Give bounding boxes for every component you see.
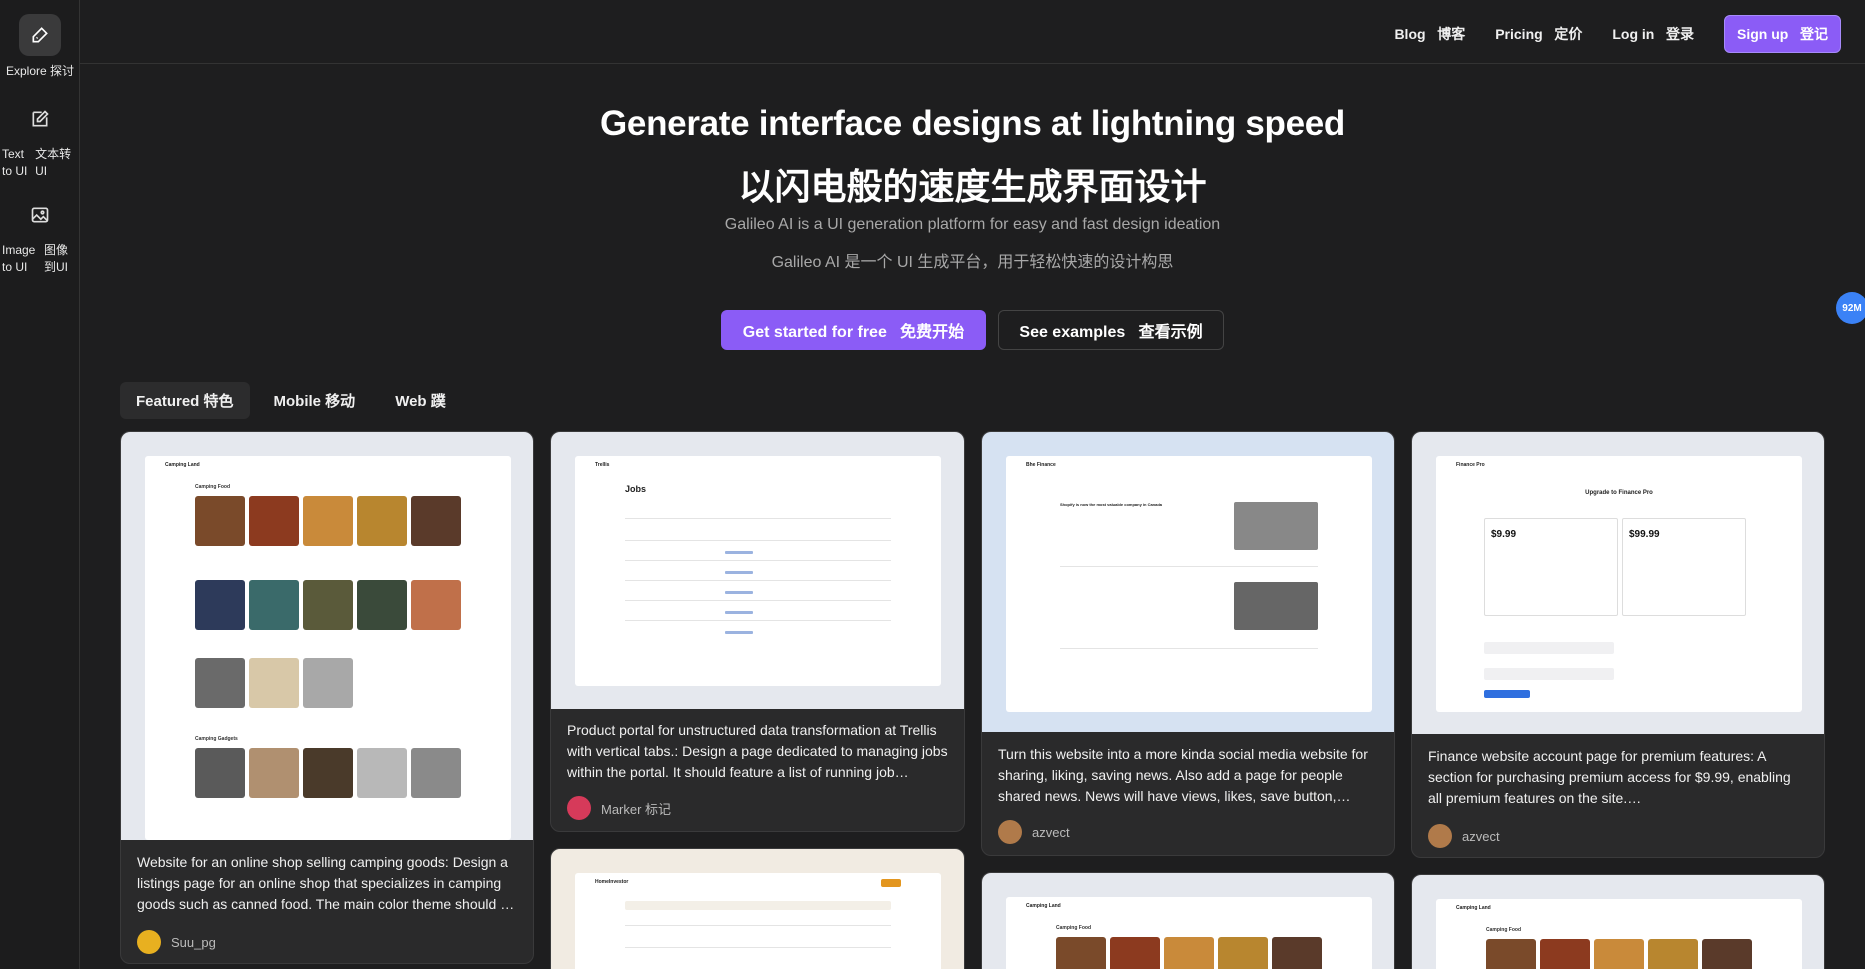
design-card[interactable]: Camping Land Camping Food <box>981 872 1395 969</box>
author-name: Suu_pg <box>171 934 216 950</box>
hero-title-cn: 以闪电般的速度生成界面设计 <box>738 166 1207 207</box>
design-card[interactable]: HomeInvestor <box>550 848 965 969</box>
card-description: Finance website account page for premium… <box>1428 748 1791 806</box>
sidebar-item-text-to-ui-label: Text to UI 文本转 UI <box>2 147 72 178</box>
compass-icon <box>19 14 61 56</box>
signup-button[interactable]: Sign up 登记 <box>1724 15 1841 53</box>
card-author[interactable]: azvect <box>1428 824 1500 848</box>
avatar <box>567 796 591 820</box>
card-preview: Trellis Jobs <box>551 432 964 709</box>
card-preview: Camping Land Camping Food <box>1412 875 1824 969</box>
card-author[interactable]: Suu_pg <box>137 930 216 954</box>
get-started-button[interactable]: Get started for free 免费开始 <box>721 310 986 350</box>
avatar <box>1428 824 1452 848</box>
sidebar-item-text-to-ui[interactable]: Text to UI 文本转 UI <box>0 98 80 180</box>
top-nav: Blog 博客 Pricing 定价 Log in 登录 Sign up 登记 <box>1394 15 1841 53</box>
author-name: Marker 标记 <box>601 801 672 817</box>
sidebar: Explore 探讨 Text to UI 文本转 UI Image to UI 图… <box>0 0 80 969</box>
sidebar-item-explore-label: Explore 探讨 <box>5 64 75 78</box>
card-description: Website for an online shop selling campi… <box>137 854 515 912</box>
design-card[interactable]: Bhe Finance Shopify is now the most valu… <box>981 431 1395 856</box>
top-bar: Blog 博客 Pricing 定价 Log in 登录 Sign up 登记 <box>80 0 1865 64</box>
author-name: azvect <box>1032 824 1070 840</box>
card-preview: Finance Pro Upgrade to Finance Pro $9.99… <box>1412 432 1824 734</box>
card-description: Turn this website into a more kinda soci… <box>998 746 1368 804</box>
see-examples-button[interactable]: See examples 查看示例 <box>998 310 1224 350</box>
category-tabs: Featured 特色 Mobile 移动 Web 蹼 <box>120 382 462 419</box>
card-author[interactable]: azvect <box>998 820 1070 844</box>
edit-icon <box>19 98 61 140</box>
floating-badge[interactable]: 92M <box>1836 292 1865 324</box>
sidebar-item-image-to-ui[interactable]: Image to UI 图像 到UI <box>0 194 80 276</box>
nav-pricing-link[interactable]: Pricing 定价 <box>1495 24 1582 44</box>
card-preview: Camping Land Camping Food <box>982 873 1394 969</box>
nav-login-link[interactable]: Log in 登录 <box>1612 24 1694 44</box>
sidebar-item-explore[interactable]: Explore 探讨 <box>0 14 80 79</box>
card-description: Product portal for unstructured data tra… <box>567 722 948 780</box>
sidebar-item-image-to-ui-label: Image to UI 图像 到UI <box>2 243 69 274</box>
card-author[interactable]: Marker 标记 <box>567 796 671 820</box>
hero-subtitle: Galileo AI is a UI generation platform f… <box>724 216 1221 233</box>
avatar <box>998 820 1022 844</box>
nav-blog-link[interactable]: Blog 博客 <box>1394 24 1465 44</box>
design-card[interactable]: Camping Land Camping Food Camping Gadget… <box>120 431 534 964</box>
tab-web[interactable]: Web 蹼 <box>379 382 462 419</box>
design-card[interactable]: Camping Land Camping Food <box>1411 874 1825 969</box>
card-preview: Bhe Finance Shopify is now the most valu… <box>982 432 1394 732</box>
hero-title: Generate interface designs at lightning … <box>599 104 1346 143</box>
avatar <box>137 930 161 954</box>
image-icon <box>19 194 61 236</box>
author-name: azvect <box>1462 828 1500 844</box>
card-preview: Camping Land Camping Food Camping Gadget… <box>121 432 533 840</box>
design-card[interactable]: Trellis Jobs Product portal for unstruct… <box>550 431 965 832</box>
design-card[interactable]: Finance Pro Upgrade to Finance Pro $9.99… <box>1411 431 1825 858</box>
tab-featured[interactable]: Featured 特色 <box>120 382 250 419</box>
hero-subtitle-cn: Galileo AI 是一个 UI 生成平台，用于轻松快速的设计构思 <box>771 254 1174 271</box>
tab-mobile[interactable]: Mobile 移动 <box>258 382 372 419</box>
